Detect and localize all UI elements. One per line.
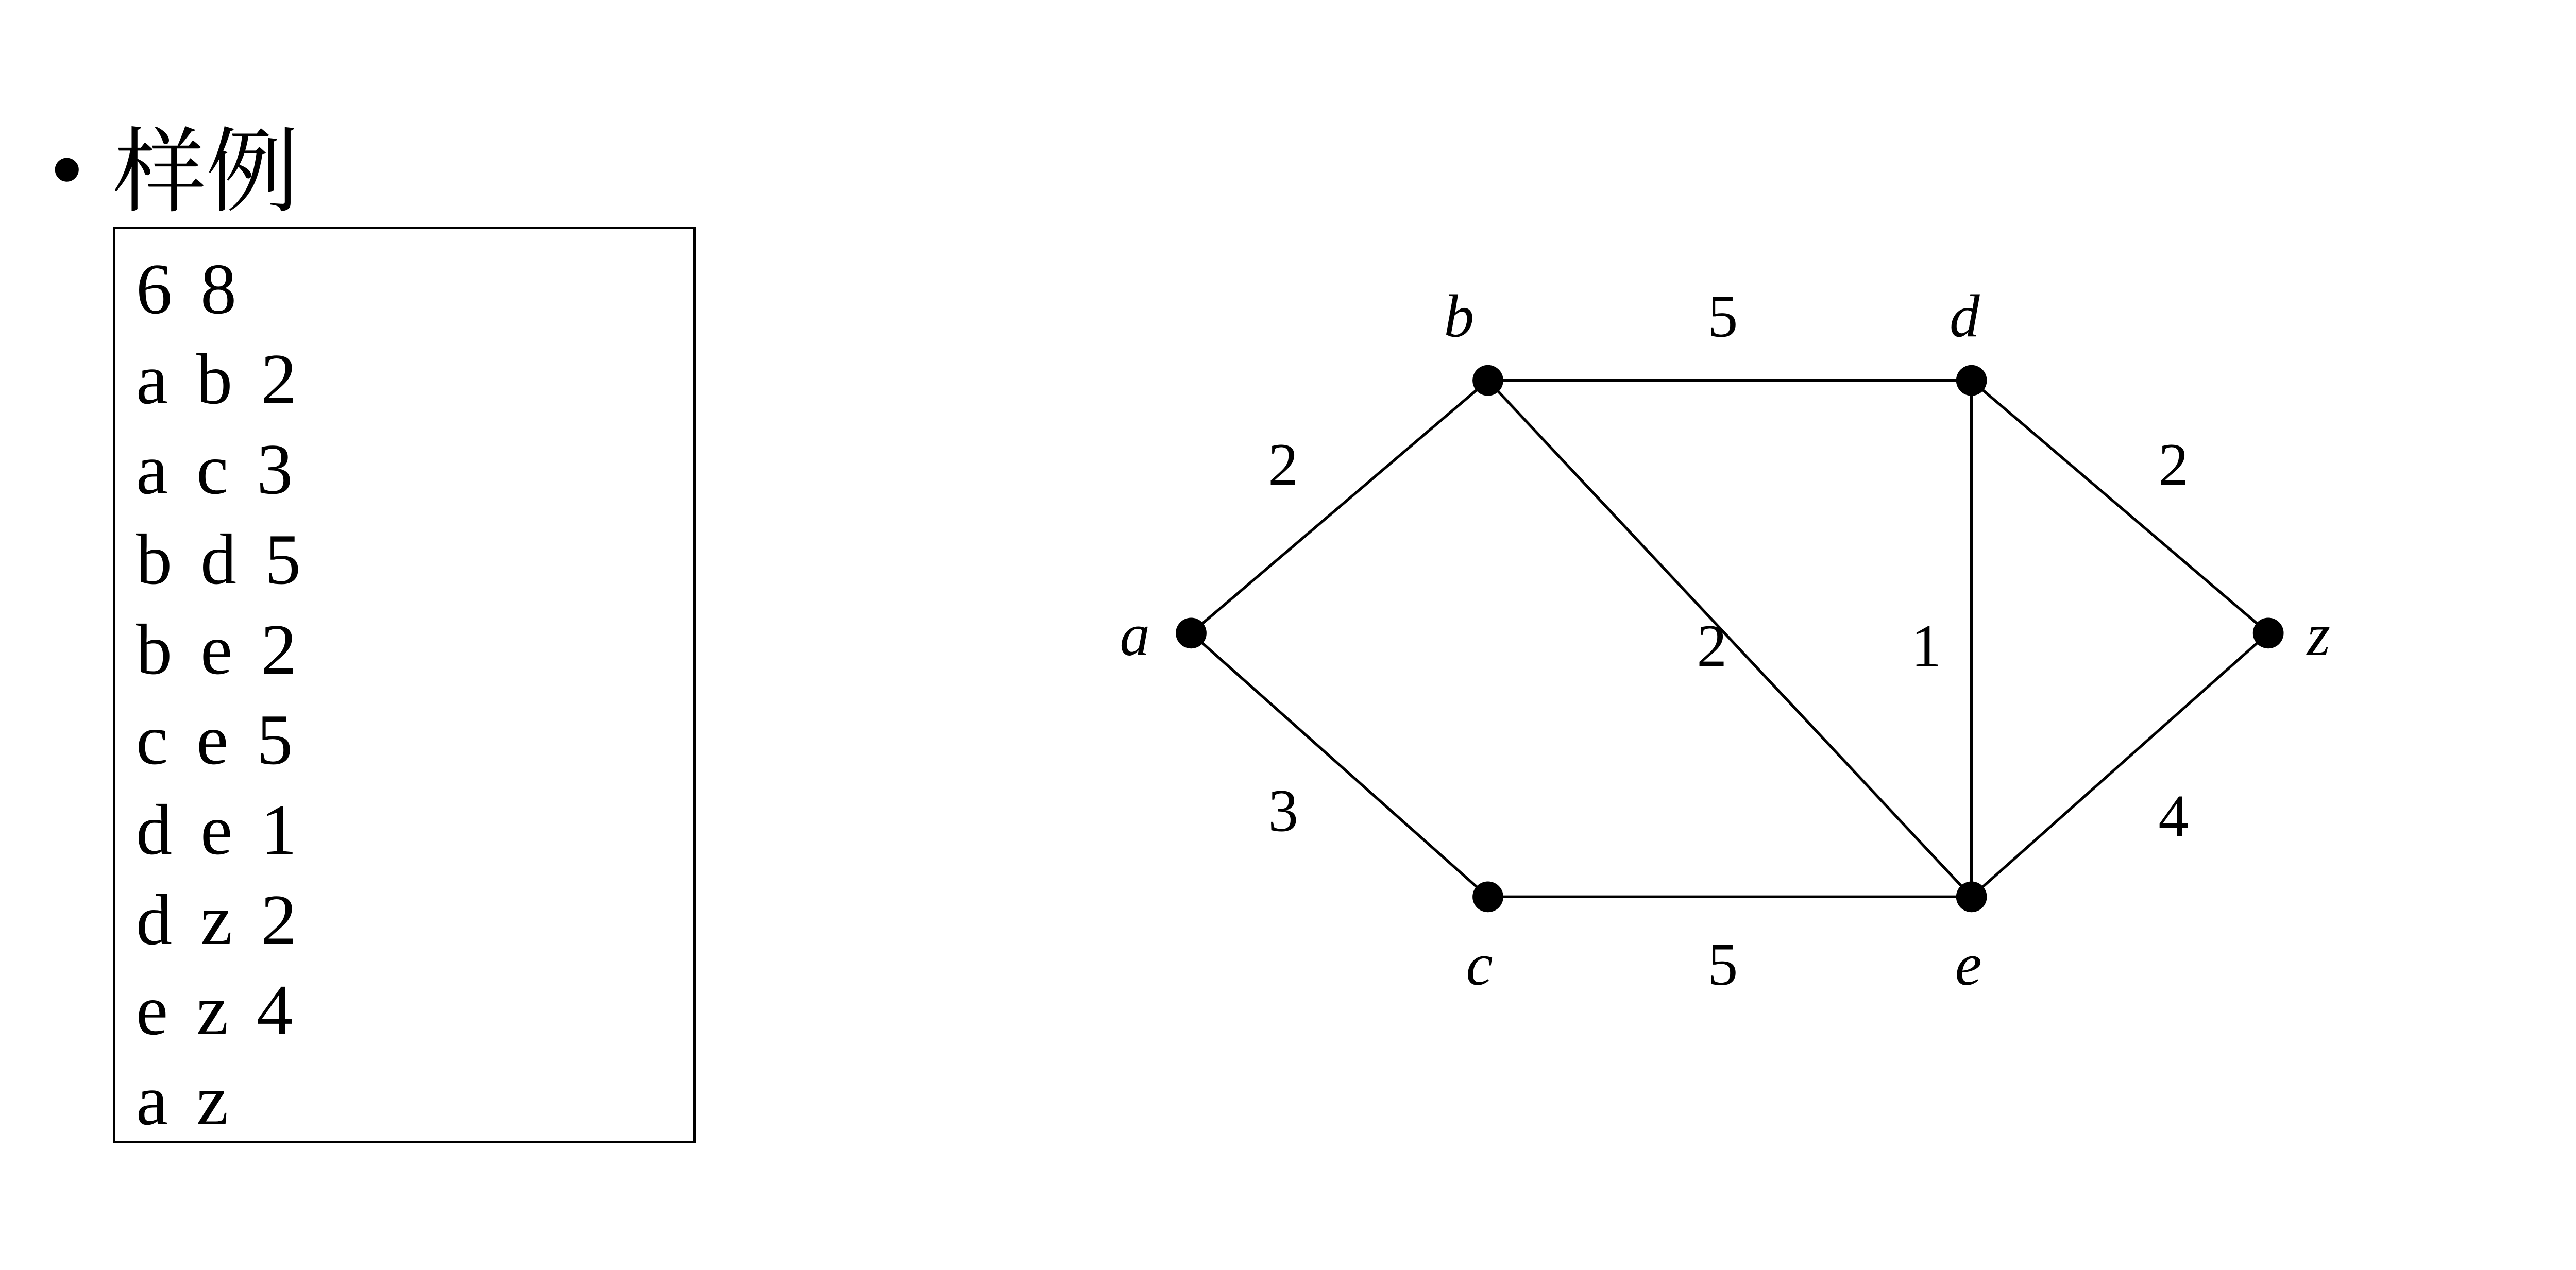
input-line: b e 2 [136,605,673,695]
edge-weight-d-z: 2 [2158,431,2189,498]
input-line: a c 3 [136,424,673,514]
graph-svg: 2 3 5 2 5 1 2 4 a b c d e z [1082,227,2421,1051]
input-line: a z [136,1055,673,1145]
sample-input-box: 6 8 a b 2 a c 3 b d 5 b e 2 c e 5 d e 1 … [113,227,696,1143]
edge-d-z [1972,381,2268,633]
node-label-d: d [1950,283,1980,350]
edge-b-e [1488,381,1972,897]
node-b [1472,365,1503,396]
node-label-c: c [1466,931,1493,998]
input-line: d z 2 [136,875,673,965]
node-e [1956,881,1987,912]
input-line: d e 1 [136,785,673,875]
input-line: 6 8 [136,244,673,334]
edge-a-c [1191,633,1488,897]
node-d [1956,365,1987,396]
node-label-e: e [1955,931,1982,998]
bullet-icon: • [52,118,82,219]
edge-e-z [1972,633,2268,897]
node-label-z: z [2306,602,2330,668]
edge-weight-a-c: 3 [1268,777,1298,844]
node-a [1176,617,1207,648]
edge-weight-d-e: 1 [1911,612,1941,679]
edge-weight-b-e: 2 [1697,612,1727,679]
graph-diagram: 2 3 5 2 5 1 2 4 a b c d e z [1082,227,2421,1051]
edge-weight-b-d: 5 [1708,283,1738,350]
page: • 样例 6 8 a b 2 a c 3 b d 5 b e 2 c e 5 d… [0,0,2576,1270]
labels-group: 2 3 5 2 5 1 2 4 a b c d e z [1120,283,2330,998]
input-line: e z 4 [136,965,673,1055]
node-label-b: b [1444,283,1475,350]
node-c [1472,881,1503,912]
input-line: c e 5 [136,695,673,785]
edge-weight-a-b: 2 [1268,431,1298,498]
edges-group [1191,381,2268,897]
node-z [2253,617,2284,648]
edge-weight-e-z: 4 [2158,783,2189,850]
example-title: 样例 [113,98,299,231]
edge-a-b [1191,381,1488,633]
edge-weight-c-e: 5 [1708,931,1738,998]
input-line: b d 5 [136,514,673,605]
node-label-a: a [1120,602,1150,668]
input-line: a b 2 [136,334,673,424]
